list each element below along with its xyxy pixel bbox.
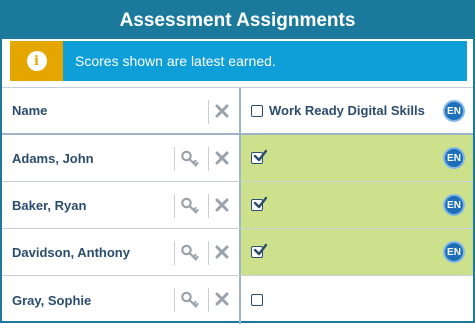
assessment-header-label: Work Ready Digital Skills xyxy=(269,103,425,118)
remove-icon[interactable] xyxy=(215,245,229,259)
english-language-badge[interactable]: EN xyxy=(443,241,465,263)
divider xyxy=(174,241,175,265)
divider xyxy=(208,147,209,171)
student-name: Davidson, Anthony xyxy=(12,244,130,260)
assign-checkbox[interactable] xyxy=(251,243,267,258)
remove-icon[interactable] xyxy=(215,292,229,306)
assign-checkbox[interactable] xyxy=(251,294,263,306)
page-title: Assessment Assignments xyxy=(2,2,473,39)
divider xyxy=(208,288,209,312)
student-name: Baker, Ryan xyxy=(12,197,87,213)
student-name: Gray, Sophie xyxy=(12,292,92,308)
table-row: Gray, Sophie xyxy=(2,276,473,324)
assessment-column-header: Work Ready Digital Skills EN xyxy=(239,88,473,133)
select-all-checkbox[interactable] xyxy=(251,104,263,117)
divider xyxy=(174,147,175,171)
key-icon[interactable] xyxy=(180,196,200,216)
divider xyxy=(208,100,209,124)
table-row: Davidson, Anthony EN xyxy=(2,229,473,276)
divider xyxy=(208,194,209,218)
student-name: Adams, John xyxy=(12,150,94,166)
student-name-cell: Gray, Sophie xyxy=(2,276,239,324)
info-alert: i Scores shown are latest earned. xyxy=(10,41,467,81)
assignments-grid: Name Work Ready Digital Skills EN Adams,… xyxy=(2,87,473,324)
rows-container: Adams, John EN Baker, Ryan EN Davidson, Anth… xyxy=(2,135,473,324)
assessment-cell: EN xyxy=(239,229,473,275)
student-name-cell: Davidson, Anthony xyxy=(2,229,239,275)
table-row: Adams, John EN xyxy=(2,135,473,182)
name-header-label: Name xyxy=(12,103,48,118)
assessment-cell: EN xyxy=(239,135,473,181)
check-icon xyxy=(253,243,267,256)
name-column-header: Name xyxy=(2,88,239,133)
student-name-cell: Adams, John xyxy=(2,135,239,181)
check-icon xyxy=(253,196,267,209)
alert-text: Scores shown are latest earned. xyxy=(75,53,276,69)
assign-checkbox[interactable] xyxy=(251,149,267,164)
remove-icon[interactable] xyxy=(215,198,229,212)
header-row: Name Work Ready Digital Skills EN xyxy=(2,88,473,135)
english-language-badge[interactable]: EN xyxy=(443,100,465,122)
remove-icon[interactable] xyxy=(215,151,229,165)
divider xyxy=(208,241,209,265)
alert-icon-box: i xyxy=(10,41,63,81)
divider xyxy=(174,194,175,218)
student-name-cell: Baker, Ryan xyxy=(2,182,239,228)
assign-checkbox[interactable] xyxy=(251,196,267,211)
assessment-cell xyxy=(239,276,473,324)
table-row: Baker, Ryan EN xyxy=(2,182,473,229)
clear-all-icon[interactable] xyxy=(215,104,229,118)
key-icon[interactable] xyxy=(180,243,200,263)
key-icon[interactable] xyxy=(180,149,200,169)
assessment-cell: EN xyxy=(239,182,473,228)
english-language-badge[interactable]: EN xyxy=(443,147,465,169)
assignments-panel: Assessment Assignments i Scores shown ar… xyxy=(0,0,475,324)
english-language-badge[interactable]: EN xyxy=(443,194,465,216)
divider xyxy=(174,288,175,312)
info-icon: i xyxy=(26,51,47,71)
check-icon xyxy=(253,149,267,162)
key-icon[interactable] xyxy=(180,290,200,310)
